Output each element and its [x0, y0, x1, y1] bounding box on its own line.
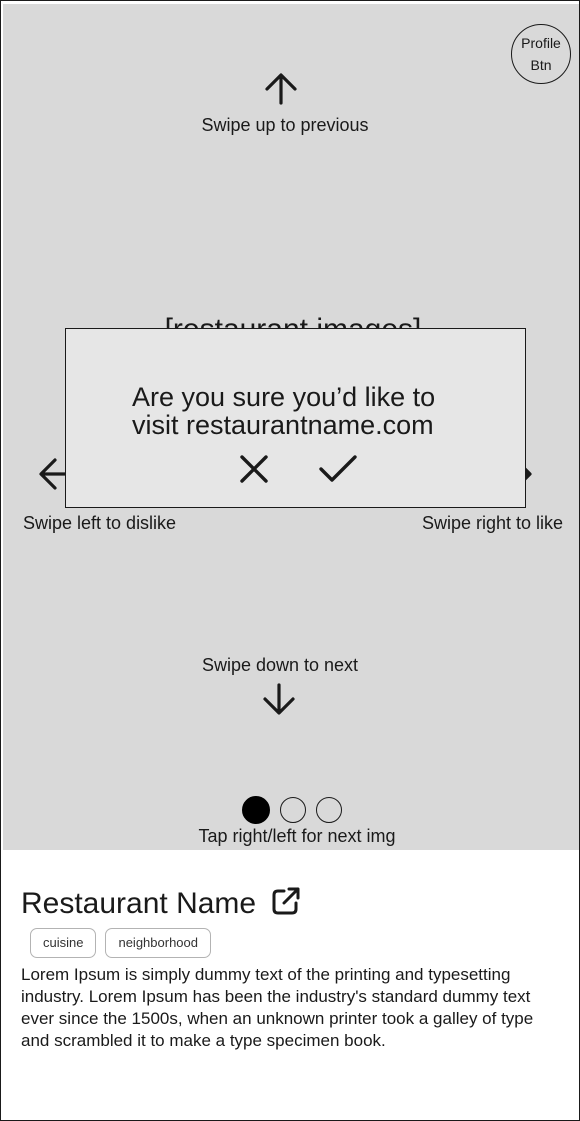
external-link-icon [272, 887, 300, 915]
external-link-button[interactable] [270, 885, 302, 922]
swipe-up-hint: Swipe up to previous [201, 115, 369, 135]
restaurant-name: Restaurant Name [21, 886, 257, 920]
carousel-dot-1[interactable] [242, 796, 270, 824]
profile-button-line2: Btn [530, 57, 552, 73]
app-frame: Profile Btn Swipe up to previous [restau… [0, 0, 580, 1121]
tap-hint: Tap right/left for next img [198, 826, 396, 846]
restaurant-description: Lorem Ipsum is simply dummy text of the … [21, 965, 534, 1050]
dialog-message-line1: Are you sure you’d like to [132, 382, 436, 412]
dialog-message: Are you sure you’d like to visit restaur… [132, 383, 512, 439]
tag-neighborhood[interactable]: neighborhood [105, 928, 211, 958]
carousel-dot-2[interactable] [280, 797, 306, 823]
arrow-down-icon [260, 680, 298, 718]
profile-button[interactable]: Profile Btn [511, 24, 571, 84]
swipe-down-hint: Swipe down to next [201, 655, 359, 675]
tag-cuisine[interactable]: cuisine [30, 928, 97, 958]
tag-list: cuisine neighborhood [30, 928, 211, 958]
carousel-dots [242, 796, 342, 824]
title-row: Restaurant Name [21, 885, 302, 922]
swipe-right-hint: Swipe right to like [422, 513, 564, 533]
close-icon [240, 455, 268, 483]
confirm-button[interactable] [316, 449, 360, 492]
confirm-visit-dialog: Are you sure you’d like to visit restaur… [65, 328, 526, 508]
swipe-left-hint: Swipe left to dislike [23, 513, 177, 533]
arrow-up-icon [262, 70, 300, 108]
carousel-dot-3[interactable] [316, 797, 342, 823]
check-icon [319, 455, 357, 482]
cancel-button[interactable] [236, 451, 272, 492]
profile-button-line1: Profile [521, 35, 561, 51]
dialog-message-line2: visit restaurantname.com [132, 410, 434, 440]
